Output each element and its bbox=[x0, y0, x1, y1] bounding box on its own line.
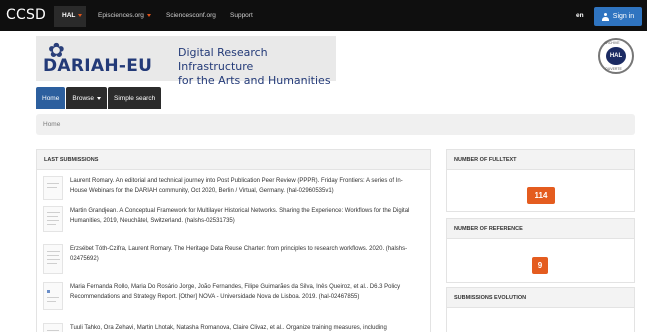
last-submissions-panel: LAST SUBMISSIONS Laurent Romary. An edit… bbox=[36, 149, 431, 332]
banner-tagline: Digital Research Infrastructure for the … bbox=[178, 46, 336, 88]
document-thumbnail-icon bbox=[43, 244, 63, 274]
submission-citation[interactable]: Erzsébet Tóth-Czifra, Laurent Romary. Th… bbox=[70, 244, 415, 264]
hal-archive-seal[interactable]: ARCHIVE HAL OUVERTE bbox=[598, 38, 634, 74]
reference-title: NUMBER OF REFERENCE bbox=[447, 219, 634, 239]
hal-seal-icon: HAL bbox=[606, 47, 626, 65]
menu-browse-label: Browse bbox=[72, 94, 95, 102]
menu-browse[interactable]: Browse bbox=[66, 87, 108, 109]
reference-count-badge[interactable]: 9 bbox=[532, 257, 548, 274]
evolution-title: SUBMISSIONS EVOLUTION bbox=[447, 288, 634, 308]
breadcrumb: Home bbox=[36, 114, 635, 135]
menu-home[interactable]: Home bbox=[36, 87, 66, 109]
nav-sciencesconf-label: Sciencesconf.org bbox=[166, 12, 216, 19]
fulltext-count-panel: NUMBER OF FULLTEXT 114 bbox=[446, 149, 635, 212]
submission-citation[interactable]: Martin Grandjean. A Conceptual Framework… bbox=[70, 206, 415, 226]
document-thumbnail-icon bbox=[43, 323, 63, 332]
document-thumbnail-icon bbox=[43, 282, 63, 310]
nav-hal-label: HAL bbox=[62, 12, 76, 19]
ccsd-logo[interactable]: CCSD bbox=[6, 7, 46, 23]
nav-episciences[interactable]: Episciences.org bbox=[98, 12, 151, 19]
chevron-down-icon bbox=[97, 96, 102, 100]
submission-citation[interactable]: Tuuli Tahko, Ora Zehavi, Martin Lhotak, … bbox=[70, 323, 415, 332]
language-selector[interactable]: en bbox=[576, 12, 584, 19]
nav-hal[interactable]: HAL bbox=[62, 12, 83, 19]
submissions-evolution-panel: SUBMISSIONS EVOLUTION bbox=[446, 287, 635, 332]
nav-support[interactable]: Support bbox=[230, 12, 253, 19]
menu-home-label: Home bbox=[42, 94, 60, 102]
seal-top-text: ARCHIVE bbox=[604, 41, 620, 45]
collection-menu: Home Browse Simple search bbox=[36, 87, 162, 109]
fulltext-title: NUMBER OF FULLTEXT bbox=[447, 150, 634, 170]
submission-citation[interactable]: Laurent Romary. An editorial and technic… bbox=[70, 176, 415, 196]
fulltext-count-badge[interactable]: 114 bbox=[527, 187, 555, 204]
banner-line-2: for the Arts and Humanities bbox=[178, 74, 331, 87]
dariah-logo: ✿ DARIAH-EU bbox=[38, 36, 178, 81]
nav-episciences-label: Episciences.org bbox=[98, 12, 144, 19]
document-thumbnail-icon bbox=[43, 176, 63, 200]
menu-simple-search[interactable]: Simple search bbox=[108, 87, 162, 109]
user-icon bbox=[601, 12, 609, 21]
seal-bottom-text: OUVERTE bbox=[605, 67, 622, 71]
sign-in-label: Sign in bbox=[612, 13, 635, 20]
reference-count-panel: NUMBER OF REFERENCE 9 bbox=[446, 218, 635, 283]
dariah-brand: DARIAH-EU bbox=[43, 56, 153, 76]
document-thumbnail-icon bbox=[43, 206, 63, 232]
last-submissions-title: LAST SUBMISSIONS bbox=[37, 150, 430, 170]
menu-search-label: Simple search bbox=[114, 94, 156, 102]
submission-citation[interactable]: Maria Fernanda Rollo, Maria Do Rosário J… bbox=[70, 282, 415, 302]
banner-line-1: Digital Research Infrastructure bbox=[178, 46, 268, 73]
chevron-down-icon bbox=[78, 13, 83, 17]
nav-sciencesconf[interactable]: Sciencesconf.org bbox=[166, 12, 216, 19]
nav-support-label: Support bbox=[230, 12, 253, 19]
sign-in-button[interactable]: Sign in bbox=[594, 7, 642, 26]
chevron-down-icon bbox=[146, 13, 151, 17]
top-navbar: CCSD HAL Episciences.org Sciencesconf.or… bbox=[0, 0, 647, 31]
breadcrumb-home[interactable]: Home bbox=[43, 121, 60, 128]
collection-banner[interactable]: ✿ DARIAH-EU Digital Research Infrastruct… bbox=[36, 36, 336, 87]
